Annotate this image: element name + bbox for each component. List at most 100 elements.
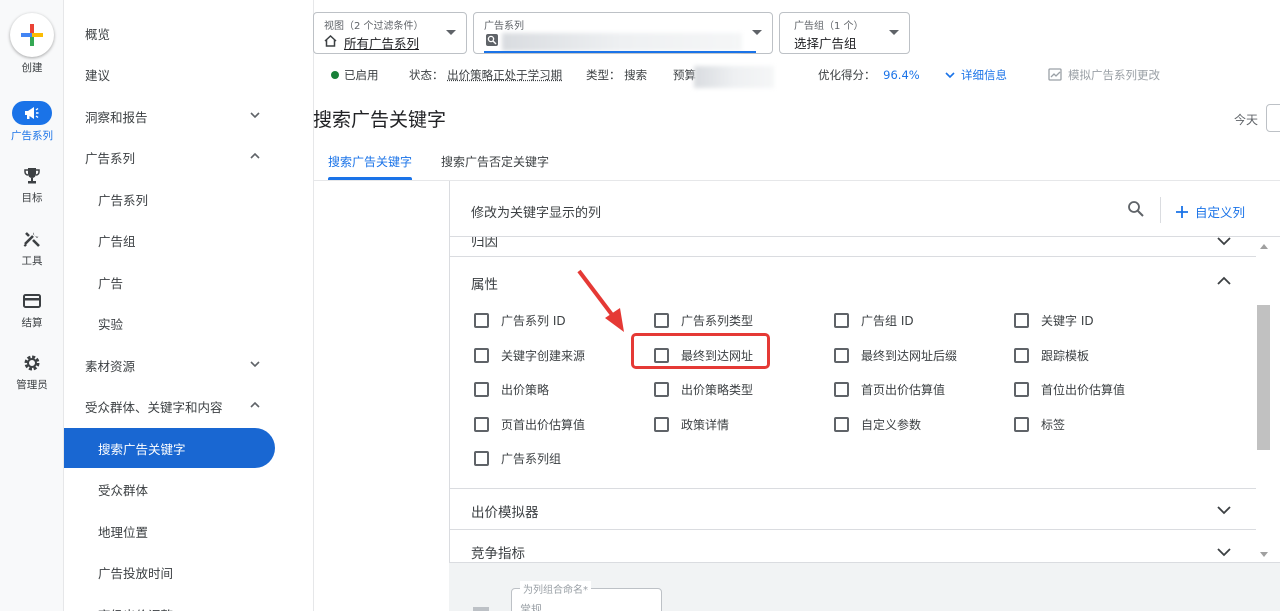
tab-negative-keywords[interactable]: 搜索广告否定关键字	[441, 153, 549, 170]
checkbox-row-4-col-1[interactable]: 页首出价估算值	[474, 416, 585, 433]
checkbox-row-2-col-4[interactable]: 跟踪模板	[1014, 347, 1089, 364]
save-checkbox[interactable]	[473, 607, 489, 611]
scroll-up-arrow-icon[interactable]	[1260, 244, 1268, 249]
rail-campaigns-label: 广告系列	[11, 130, 53, 142]
search-icon[interactable]	[1127, 200, 1144, 217]
checkbox-row-1-col-1[interactable]: 广告系列 ID	[474, 312, 566, 329]
checkbox[interactable]	[474, 382, 489, 397]
rail-billing[interactable]: 结算	[0, 290, 64, 330]
tools-icon	[23, 232, 40, 247]
campaign-selector[interactable]: 广告系列	[473, 12, 773, 54]
checkbox[interactable]	[1014, 382, 1029, 397]
checkbox-row-5-col-1[interactable]: 广告系列组	[474, 450, 561, 467]
section-competitive[interactable]: 竞争指标	[450, 530, 1256, 562]
date-range-picker[interactable]	[1266, 104, 1280, 132]
create-button[interactable]	[10, 13, 54, 57]
checkbox[interactable]	[474, 417, 489, 432]
checkbox-row-1-col-4[interactable]: 关键字 ID	[1014, 312, 1094, 329]
checkbox[interactable]	[834, 313, 849, 328]
status-state-value[interactable]: 出价策略正处于学习期	[447, 68, 562, 82]
rail-tools[interactable]: 工具	[0, 228, 64, 268]
nav-campaigns-group-label: 广告系列	[85, 150, 136, 166]
credit-card-icon	[23, 294, 41, 308]
checkbox-row-3-col-1[interactable]: 出价策略	[474, 381, 549, 398]
rail-campaigns[interactable]: 广告系列	[0, 101, 64, 143]
section-attribution[interactable]: 归因	[450, 237, 1256, 257]
checkbox[interactable]	[834, 348, 849, 363]
checkbox-row-3-col-3[interactable]: 首页出价估算值	[834, 381, 945, 398]
checkbox-label: 最终到达网址后缀	[861, 349, 958, 363]
view-selector[interactable]: 视图（2 个过滤条件） 所有广告系列	[313, 12, 467, 54]
checkbox-row-1-col-3[interactable]: 广告组 ID	[834, 312, 914, 329]
rail-create[interactable]: 创建	[0, 13, 64, 75]
checkbox[interactable]	[1014, 417, 1029, 432]
checkbox[interactable]	[474, 313, 489, 328]
campaign-selector-caption: 广告系列	[484, 21, 524, 32]
checkbox[interactable]	[834, 382, 849, 397]
checkbox-label: 广告系列 ID	[501, 314, 566, 328]
view-selector-value: 所有广告系列	[344, 36, 420, 51]
optimization-score[interactable]: 96.4%	[883, 68, 920, 82]
nav-audiences-group[interactable]: 受众群体、关键字和内容	[64, 386, 275, 426]
nav-ad-schedule[interactable]: 广告投放时间	[64, 552, 275, 592]
simulate-changes[interactable]: 模拟广告系列更改	[1048, 67, 1160, 83]
scroll-down-arrow-icon[interactable]	[1260, 552, 1268, 557]
nav-search-keywords[interactable]: 搜索广告关键字	[64, 428, 275, 468]
section-bid-simulator[interactable]: 出价模拟器	[450, 489, 1256, 530]
checkbox-row-4-col-4[interactable]: 标签	[1014, 416, 1065, 433]
modify-columns-panel: 修改为关键字显示的列 自定义列 归因 属性 广告系列 ID 广告系列类型 广告组…	[449, 181, 1280, 611]
date-range-label: 今天	[1234, 113, 1259, 127]
checkbox-row-4-col-3[interactable]: 自定义参数	[834, 416, 921, 433]
nav-campaigns[interactable]: 广告系列	[64, 179, 275, 219]
checkbox[interactable]	[654, 313, 669, 328]
checkbox-row-3-col-4[interactable]: 首位出价估算值	[1014, 381, 1125, 398]
adgroup-selector[interactable]: 广告组（1 个） 选择广告组	[779, 12, 910, 54]
nav-ads[interactable]: 广告	[64, 262, 275, 302]
tab-search-keywords[interactable]: 搜索广告关键字	[328, 153, 412, 170]
checkbox[interactable]	[474, 348, 489, 363]
annotation-arrow	[577, 269, 624, 332]
checkbox-row-1-col-2[interactable]: 广告系列类型	[654, 312, 753, 329]
checkbox[interactable]	[474, 451, 489, 466]
nav-recommendations[interactable]: 建议	[64, 54, 275, 94]
rail-create-label: 创建	[21, 62, 43, 74]
rail-admin-label: 管理员	[16, 379, 48, 391]
checkbox[interactable]	[1014, 348, 1029, 363]
rail-admin[interactable]: 管理员	[0, 352, 64, 392]
nav-locations[interactable]: 地理位置	[64, 511, 275, 551]
checkbox-row-2-col-3[interactable]: 最终到达网址后缀	[834, 347, 957, 364]
checkbox[interactable]	[834, 417, 849, 432]
nav-audiences[interactable]: 受众群体	[64, 469, 275, 509]
details-link[interactable]: 详细信息	[945, 67, 1007, 83]
column-set-name-field[interactable]: 为列组合命名* 常规	[511, 581, 662, 611]
nav-advanced-bid[interactable]: 高级出价调整	[64, 594, 275, 611]
dropdown-caret-icon	[889, 30, 899, 35]
section-attributes-title: 属性	[471, 277, 498, 293]
checkbox-row-3-col-2[interactable]: 出价策略类型	[654, 381, 753, 398]
panel-header: 修改为关键字显示的列 自定义列	[450, 181, 1280, 237]
checkbox[interactable]	[654, 382, 669, 397]
checkbox-label: 政策详情	[681, 418, 730, 432]
active-tab-indicator	[328, 177, 412, 180]
trophy-icon	[24, 168, 40, 184]
chevron-up-icon[interactable]	[1216, 275, 1232, 287]
side-nav: 概览 建议 洞察和报告 广告系列 广告系列 广告组 广告 实验 素材资源 受众群…	[64, 0, 314, 611]
custom-columns-button[interactable]: 自定义列	[1175, 202, 1245, 221]
nav-insights[interactable]: 洞察和报告	[64, 96, 275, 136]
checkbox-label: 出价策略类型	[681, 383, 754, 397]
checkbox-row-4-col-2[interactable]: 政策详情	[654, 416, 729, 433]
nav-ad-groups[interactable]: 广告组	[64, 220, 275, 260]
rail-tools-label: 工具	[21, 255, 43, 267]
checkbox[interactable]	[654, 417, 669, 432]
header-divider	[1160, 197, 1161, 223]
nav-campaigns-group[interactable]: 广告系列	[64, 137, 275, 177]
checkbox[interactable]	[1014, 313, 1029, 328]
scroll-thumb[interactable]	[1257, 305, 1270, 450]
checkbox-row-2-col-1[interactable]: 关键字创建来源	[474, 347, 585, 364]
nav-overview[interactable]: 概览	[64, 13, 275, 53]
rail-goals[interactable]: 目标	[0, 165, 64, 205]
nav-assets[interactable]: 素材资源	[64, 345, 275, 385]
nav-experiments[interactable]: 实验	[64, 303, 275, 343]
chevron-up-icon	[250, 152, 260, 159]
redacted-budget	[694, 66, 774, 88]
